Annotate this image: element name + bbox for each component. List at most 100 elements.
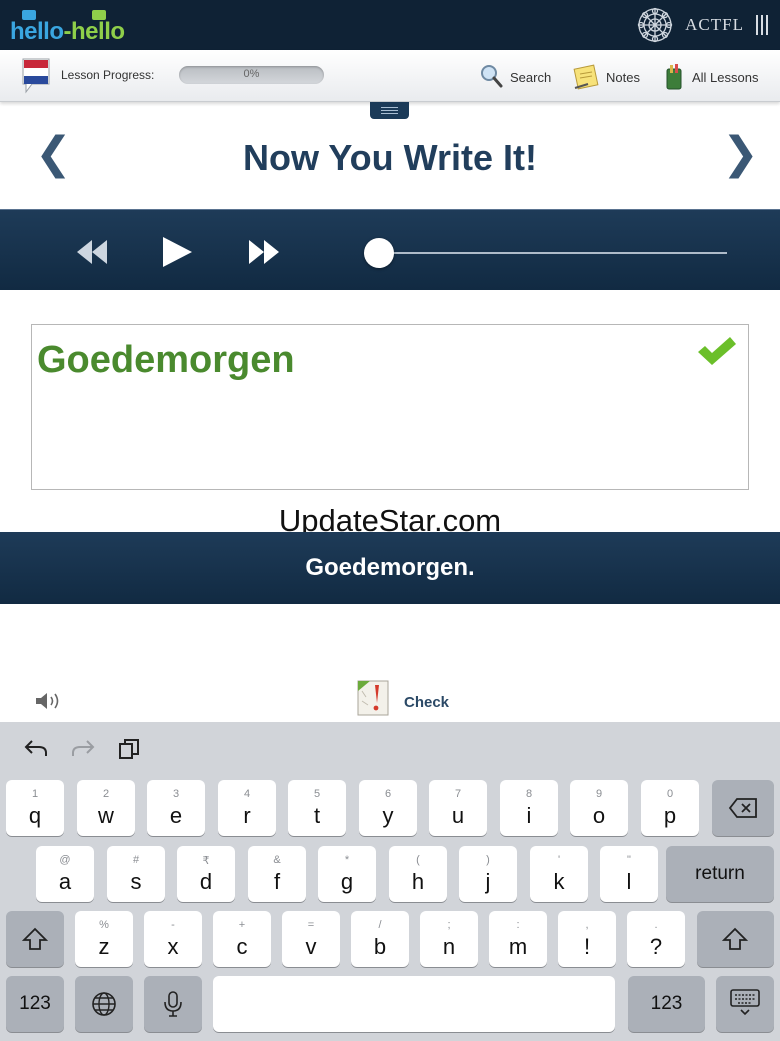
- play-icon[interactable]: [161, 236, 193, 268]
- undo-icon[interactable]: [24, 738, 48, 758]
- key-y[interactable]: 6y: [359, 780, 417, 836]
- key-t[interactable]: 5t: [288, 780, 346, 836]
- hide-keyboard-key[interactable]: [716, 976, 774, 1032]
- all-lessons-button[interactable]: All Lessons: [662, 62, 758, 92]
- rewind-icon[interactable]: [76, 239, 108, 265]
- key-label: 123: [19, 993, 51, 1014]
- key-label: x: [167, 934, 179, 959]
- audio-progress-thumb[interactable]: [364, 238, 394, 268]
- key-b[interactable]: / b: [351, 911, 409, 967]
- key-question[interactable]: .?: [627, 911, 685, 967]
- key-label: k: [553, 869, 565, 894]
- key-g[interactable]: * g: [318, 846, 376, 902]
- search-button[interactable]: Search: [480, 62, 551, 92]
- drawer-handle[interactable]: [370, 102, 409, 119]
- all-lessons-icon: [666, 64, 682, 90]
- key-secondary-label: +: [238, 919, 246, 931]
- logo-text-left: hello: [10, 18, 64, 45]
- key-label: z: [98, 934, 110, 959]
- key-label: n: [442, 934, 456, 959]
- audio-progress-track[interactable]: [379, 252, 727, 254]
- notes-icon: [573, 64, 599, 90]
- key-label: c: [236, 934, 248, 959]
- key-l[interactable]: " l: [600, 846, 658, 902]
- key-label: w: [98, 803, 114, 828]
- key-c[interactable]: + c: [213, 911, 271, 967]
- key-m[interactable]: :m: [489, 911, 547, 967]
- check-answer-icon: [357, 680, 389, 716]
- key-k[interactable]: ' k: [530, 846, 588, 902]
- hello-hello-logo[interactable]: hello-hello: [10, 8, 140, 45]
- key-secondary-label: ): [486, 854, 490, 866]
- key-h[interactable]: (h: [389, 846, 447, 902]
- return-key[interactable]: return: [666, 846, 774, 902]
- shift-key-left[interactable]: [6, 911, 64, 967]
- key-label: v: [305, 934, 317, 959]
- key-label: t: [313, 803, 321, 828]
- globe-key[interactable]: [75, 976, 133, 1032]
- key-label: h: [411, 869, 425, 894]
- key-v[interactable]: = v: [282, 911, 340, 967]
- key-secondary-label: 3: [172, 788, 180, 800]
- key-d[interactable]: ₹ d: [177, 846, 235, 902]
- key-o[interactable]: 9o: [570, 780, 628, 836]
- key-x[interactable]: -x: [144, 911, 202, 967]
- key-q[interactable]: 1q: [6, 780, 64, 836]
- backspace-icon: [728, 798, 757, 818]
- typed-answer[interactable]: Goedemorgen: [37, 339, 295, 382]
- key-e[interactable]: 3e: [147, 780, 205, 836]
- key-p[interactable]: 0p: [641, 780, 699, 836]
- key-label: e: [169, 803, 183, 828]
- next-arrow-icon[interactable]: ❯: [722, 132, 759, 176]
- key-label: 123: [650, 993, 683, 1014]
- key-z[interactable]: % z: [75, 911, 133, 967]
- lesson-progress-label: Lesson Progress:: [61, 68, 155, 82]
- numbers-key-left[interactable]: 123: [6, 976, 64, 1032]
- space-key[interactable]: [213, 976, 615, 1032]
- key-secondary-label: =: [307, 919, 315, 931]
- key-secondary-label: @: [59, 854, 71, 866]
- key-label: i: [526, 803, 532, 828]
- key-u[interactable]: 7u: [429, 780, 487, 836]
- dictation-key[interactable]: [144, 976, 202, 1032]
- key-a[interactable]: @ a: [36, 846, 94, 902]
- key-label: r: [243, 803, 251, 828]
- logo-text-dash: -: [63, 18, 72, 45]
- speaker-icon[interactable]: [35, 690, 63, 712]
- key-secondary-label: %: [99, 919, 109, 931]
- globe-icon: [92, 992, 116, 1016]
- key-r[interactable]: 4r: [218, 780, 276, 836]
- correct-checkmark-icon: [698, 337, 736, 365]
- key-n[interactable]: ; n: [420, 911, 478, 967]
- key-label: a: [58, 869, 72, 894]
- key-secondary-label: 5: [313, 788, 321, 800]
- menu-bars-icon[interactable]: [756, 15, 768, 35]
- key-secondary-label: 0: [666, 788, 674, 800]
- paste-icon[interactable]: [118, 738, 140, 760]
- lesson-progress-bar: 0%: [179, 66, 324, 84]
- answer-input[interactable]: Goedemorgen: [31, 324, 749, 490]
- dutch-flag-icon[interactable]: [20, 56, 52, 96]
- key-label: !: [583, 934, 591, 959]
- shift-key-right[interactable]: [697, 911, 774, 967]
- key-j[interactable]: ) j: [459, 846, 517, 902]
- key-i[interactable]: 8i: [500, 780, 558, 836]
- check-button[interactable]: Check: [354, 677, 474, 719]
- correct-solution-text: Goedemorgen.: [305, 554, 475, 581]
- check-label: Check: [404, 694, 450, 711]
- key-secondary-label: ": [627, 854, 631, 866]
- key-label: j: [485, 869, 491, 894]
- key-s[interactable]: # s: [107, 846, 165, 902]
- redo-icon[interactable]: [71, 738, 95, 758]
- key-w[interactable]: 2w: [77, 780, 135, 836]
- notes-button[interactable]: Notes: [572, 62, 640, 92]
- numbers-key-right[interactable]: 123: [628, 976, 705, 1032]
- backspace-key[interactable]: [712, 780, 774, 836]
- search-icon: [481, 65, 503, 88]
- key-f[interactable]: & f: [248, 846, 306, 902]
- key-exclamation[interactable]: ,!: [558, 911, 616, 967]
- key-secondary-label: ;: [447, 919, 451, 931]
- fast-forward-icon[interactable]: [248, 239, 280, 265]
- key-label: return: [695, 863, 745, 884]
- key-secondary-label: &: [273, 854, 281, 866]
